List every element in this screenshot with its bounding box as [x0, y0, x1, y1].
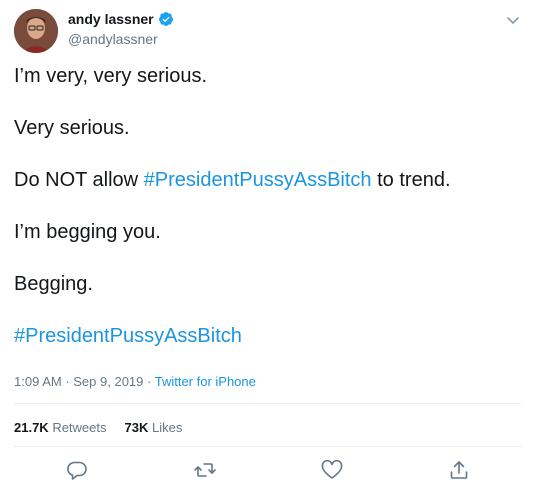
verified-badge-icon	[158, 11, 174, 27]
retweets-stat[interactable]: 21.7K Retweets	[14, 420, 107, 435]
chevron-down-icon[interactable]	[503, 10, 523, 30]
reply-icon[interactable]	[65, 458, 89, 482]
hashtag-link[interactable]: #PresidentPussyAssBitch	[14, 325, 242, 347]
retweets-count: 21.7K	[14, 420, 49, 435]
tweet-paragraph: Very serious.	[14, 117, 130, 139]
retweet-icon[interactable]	[193, 458, 217, 482]
divider	[14, 446, 521, 447]
likes-count: 73K	[124, 420, 149, 435]
hashtag-link[interactable]: #PresidentPussyAssBitch	[144, 169, 372, 191]
tweet-paragraph: Do NOT allow #PresidentPussyAssBitch to …	[14, 167, 519, 193]
share-icon[interactable]	[447, 458, 471, 482]
tweet-paragraph: I’m very, very serious.	[14, 65, 207, 87]
tweet-time[interactable]: 1:09 AM	[14, 374, 62, 389]
likes-label: Likes	[148, 420, 183, 435]
likes-stat[interactable]: 73K Likes	[125, 420, 183, 435]
meta-separator: ·	[143, 374, 155, 389]
author-name-row: andy lassner	[68, 11, 174, 27]
tweet-paragraph: #PresidentPussyAssBitch	[14, 323, 519, 349]
tweet-stats: 21.7K Retweets 73K Likes	[14, 420, 182, 435]
tweet-text: Do NOT allow	[14, 169, 144, 191]
tweet-paragraph: Begging.	[14, 273, 93, 295]
tweet-meta: 1:09 AM · Sep 9, 2019 · Twitter for iPho…	[14, 374, 256, 389]
divider	[14, 403, 521, 404]
action-bar	[0, 458, 535, 482]
retweets-label: Retweets	[48, 420, 107, 435]
tweet-text: to trend.	[371, 169, 451, 191]
author-handle[interactable]: @andylassner	[68, 31, 158, 47]
heart-icon[interactable]	[320, 458, 344, 482]
meta-separator: ·	[61, 374, 74, 389]
tweet-card: andy lassner @andylassner I’m very, very…	[0, 0, 535, 492]
tweet-date[interactable]: Sep 9, 2019	[73, 374, 143, 389]
tweet-body: I’m very, very serious. Very serious. Do…	[14, 63, 519, 375]
author-display-name[interactable]: andy lassner	[68, 11, 154, 27]
tweet-source[interactable]: Twitter for iPhone	[155, 374, 256, 389]
tweet-paragraph: I’m begging you.	[14, 221, 161, 243]
avatar[interactable]	[14, 9, 58, 53]
